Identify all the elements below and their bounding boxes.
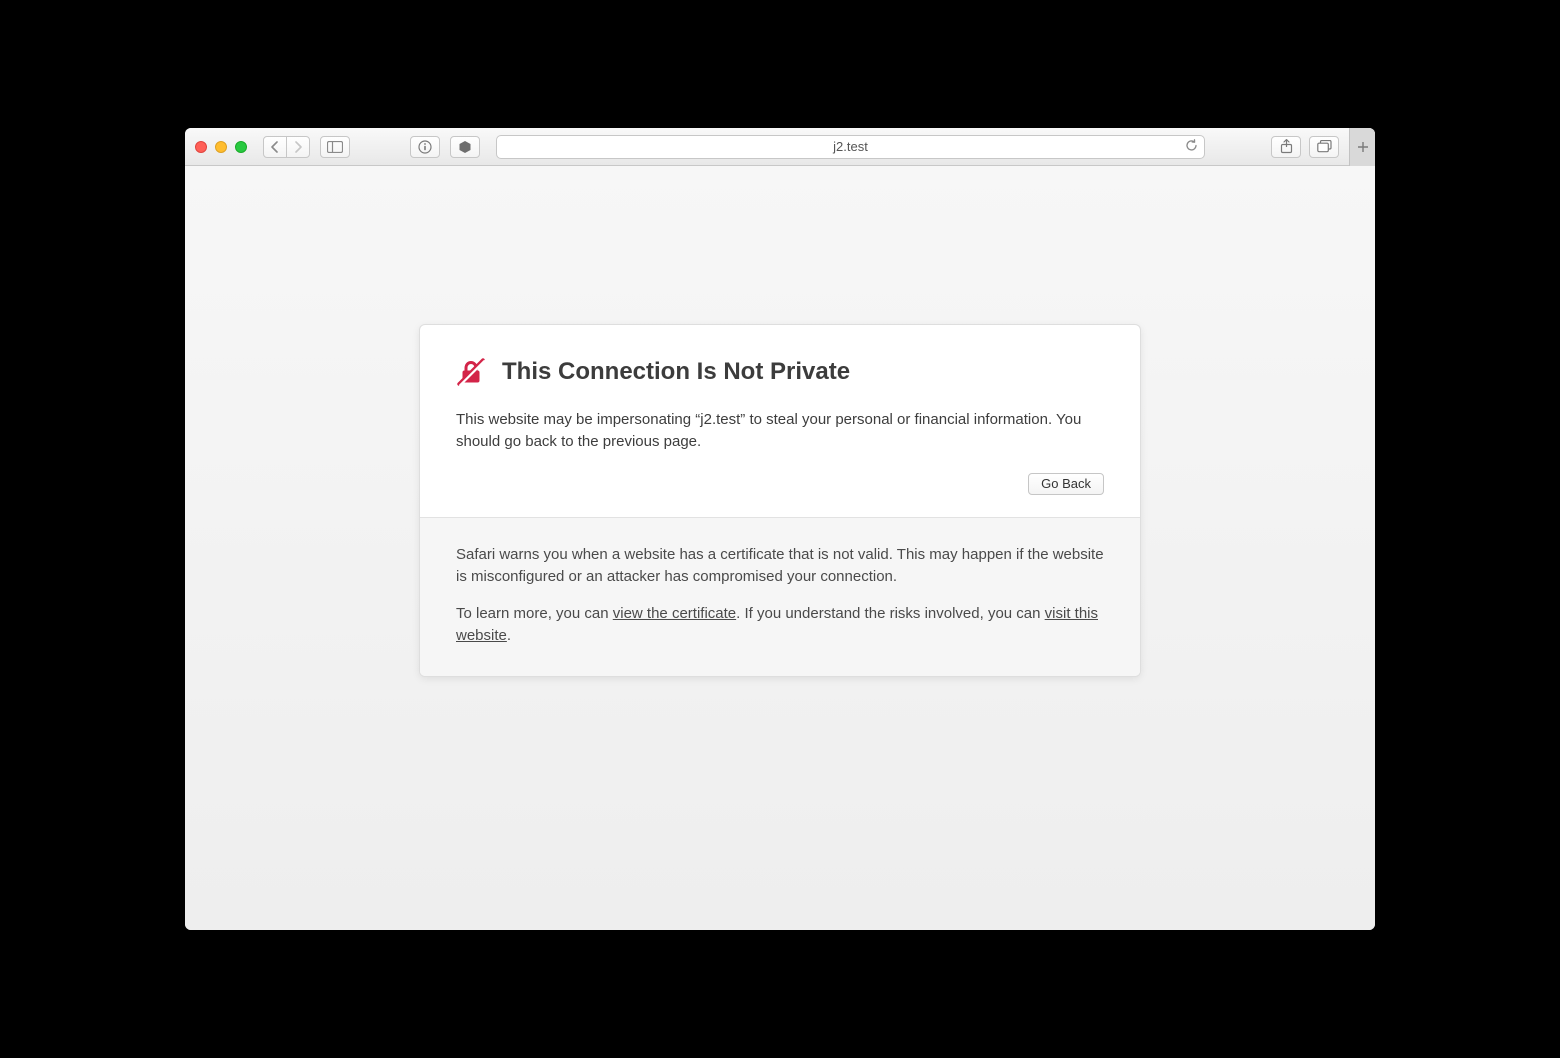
new-tab-button[interactable] bbox=[1349, 128, 1375, 166]
warning-lock-icon bbox=[456, 357, 486, 387]
go-back-button[interactable]: Go Back bbox=[1028, 473, 1104, 495]
nav-back-forward bbox=[263, 136, 310, 158]
details-learn-more: To learn more, you can view the certific… bbox=[456, 603, 1104, 648]
warning-title: This Connection Is Not Private bbox=[502, 358, 850, 386]
window-controls bbox=[195, 141, 247, 153]
page-content: This Connection Is Not Private This webs… bbox=[185, 166, 1375, 930]
details-explanation: Safari warns you when a website has a ce… bbox=[456, 544, 1104, 589]
nav-back-button[interactable] bbox=[263, 136, 287, 158]
address-text: j2.test bbox=[833, 139, 868, 154]
nav-forward-button[interactable] bbox=[286, 136, 310, 158]
reload-icon[interactable] bbox=[1185, 139, 1198, 155]
address-bar[interactable]: j2.test bbox=[496, 135, 1205, 159]
sidebar-toggle-button[interactable] bbox=[320, 136, 350, 158]
extension-button[interactable] bbox=[450, 136, 480, 158]
warning-details: Safari warns you when a website has a ce… bbox=[420, 517, 1140, 676]
window-close-button[interactable] bbox=[195, 141, 207, 153]
site-info-button[interactable] bbox=[410, 136, 440, 158]
tabs-overview-button[interactable] bbox=[1309, 136, 1339, 158]
ssl-warning-panel: This Connection Is Not Private This webs… bbox=[419, 324, 1141, 677]
browser-toolbar: j2.test bbox=[185, 128, 1375, 166]
window-maximize-button[interactable] bbox=[235, 141, 247, 153]
safari-window: j2.test bbox=[185, 128, 1375, 930]
window-minimize-button[interactable] bbox=[215, 141, 227, 153]
warning-description: This website may be impersonating “j2.te… bbox=[456, 409, 1104, 453]
view-certificate-link[interactable]: view the certificate bbox=[613, 605, 736, 622]
share-button[interactable] bbox=[1271, 136, 1301, 158]
